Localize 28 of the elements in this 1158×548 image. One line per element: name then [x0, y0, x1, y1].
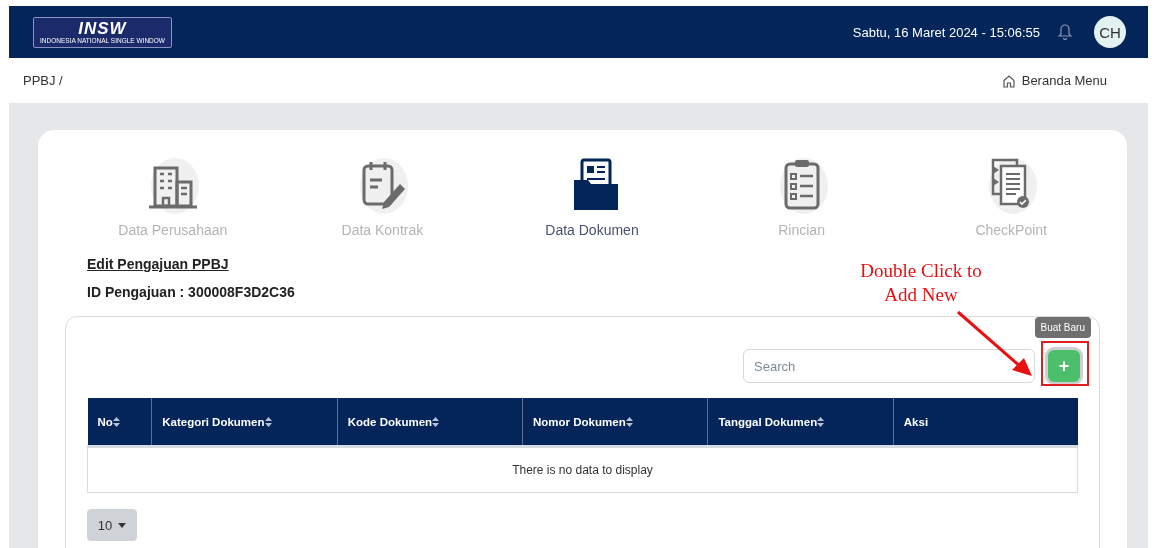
- sort-icon[interactable]: [817, 417, 825, 428]
- submission-id: ID Pengajuan : 300008F3D2C36: [87, 284, 295, 300]
- empty-message: There is no data to display: [512, 463, 653, 477]
- sort-icon[interactable]: [625, 417, 633, 428]
- column-header[interactable]: No: [87, 398, 152, 447]
- column-header[interactable]: Tanggal Dokumen: [707, 398, 894, 447]
- column-header: Aksi: [893, 398, 1078, 447]
- page-size-dropdown[interactable]: 10: [87, 509, 137, 541]
- sort-icon[interactable]: [112, 417, 120, 428]
- date-time: Sabtu, 16 Maret 2024 - 15:06:55: [852, 24, 1040, 40]
- column-header[interactable]: Kode Dokumen: [337, 398, 523, 447]
- annotation-note: Double Click to Add New: [859, 259, 983, 307]
- column-header[interactable]: Kategori Dokumen: [151, 398, 338, 447]
- caret-icon: [118, 522, 127, 528]
- breadcrumb[interactable]: PPBJ /: [23, 73, 63, 88]
- column-header[interactable]: Nomor Dokumen: [522, 398, 708, 447]
- tooltip: Buat Baru: [1034, 317, 1091, 338]
- form-title: Edit Pengajuan PPBJ: [87, 256, 229, 272]
- bell-icon[interactable]: [1058, 24, 1072, 40]
- home-icon[interactable]: [1001, 73, 1016, 88]
- user-avatar[interactable]: CH: [1094, 16, 1126, 48]
- sort-icon[interactable]: [432, 417, 440, 428]
- home-link[interactable]: Beranda Menu: [1001, 73, 1107, 88]
- logo-mark: INSW: [78, 19, 127, 37]
- search-field[interactable]: Search: [743, 349, 1035, 383]
- sort-icon[interactable]: [264, 417, 272, 428]
- highlight-frame: [1041, 341, 1089, 386]
- step-tab[interactable]: Data Dokumen: [545, 222, 639, 238]
